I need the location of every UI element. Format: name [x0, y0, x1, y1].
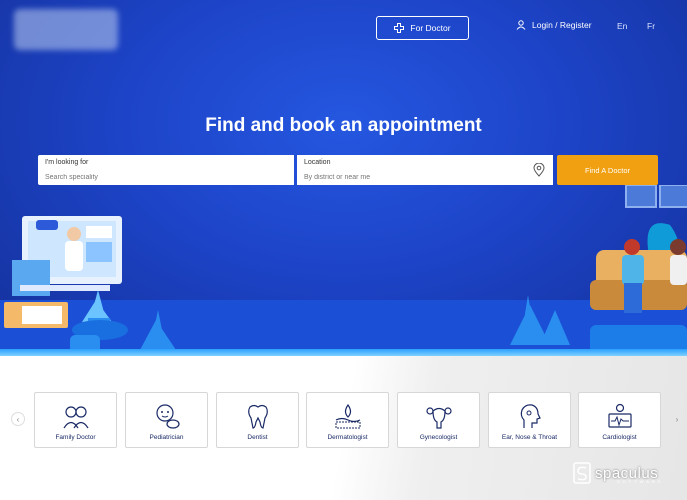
tooth-icon: [247, 404, 268, 429]
cardiology-icon: [607, 403, 632, 428]
chevron-left-icon: ‹: [16, 414, 20, 424]
category-gynecologist[interactable]: Gynecologist: [397, 392, 480, 448]
category-ent[interactable]: Ear, Nose & Throat: [488, 392, 571, 448]
login-label: Login / Register: [532, 20, 592, 30]
chevron-right-icon: ›: [675, 414, 679, 424]
speciality-label: I'm looking for: [45, 159, 89, 166]
uterus-icon: [425, 407, 452, 429]
category-cardiologist[interactable]: Cardiologist: [578, 392, 661, 448]
speciality-field[interactable]: I'm looking for: [38, 155, 294, 185]
for-doctor-button[interactable]: For Doctor: [376, 16, 469, 40]
user-icon: [516, 20, 526, 30]
family-icon: [62, 406, 89, 429]
page-title: Find and book an appointment: [205, 115, 482, 136]
location-input[interactable]: [304, 174, 524, 181]
location-pin-icon[interactable]: [533, 163, 545, 177]
patients-illustration: [510, 185, 687, 352]
login-register-link[interactable]: Login / Register: [516, 20, 592, 30]
category-label: Pediatrician: [149, 434, 184, 441]
hero-bottom-band: [0, 349, 687, 356]
carousel-next-button[interactable]: ›: [670, 412, 684, 426]
baby-icon: [155, 404, 180, 429]
spaculus-logo-icon: [573, 462, 591, 484]
watermark: spaculus SOFTWARE: [573, 462, 661, 484]
category-dentist[interactable]: Dentist: [216, 392, 299, 448]
location-field[interactable]: Location: [297, 155, 553, 185]
skin-icon: [335, 403, 360, 429]
find-doctor-button[interactable]: Find A Doctor: [557, 155, 658, 185]
category-family-doctor[interactable]: Family Doctor: [34, 392, 117, 448]
telemedicine-illustration: [4, 216, 176, 352]
category-label: Cardiologist: [602, 434, 637, 441]
category-label: Dermatologist: [327, 434, 368, 441]
ent-icon: [520, 404, 541, 428]
for-doctor-label: For Doctor: [410, 23, 451, 33]
language-fr[interactable]: Fr: [647, 21, 655, 31]
plus-icon: [394, 23, 405, 33]
language-en[interactable]: En: [617, 21, 627, 31]
category-dermatologist[interactable]: Dermatologist: [306, 392, 389, 448]
logo[interactable]: [14, 9, 118, 50]
category-label: Family Doctor: [55, 434, 96, 441]
category-label: Ear, Nose & Throat: [501, 434, 558, 441]
category-label: Gynecologist: [419, 434, 458, 441]
category-label: Dentist: [247, 434, 268, 441]
carousel-prev-button[interactable]: ‹: [11, 412, 25, 426]
category-pediatrician[interactable]: Pediatrician: [125, 392, 208, 448]
location-label: Location: [304, 159, 331, 166]
speciality-input[interactable]: [45, 174, 265, 181]
watermark-subtext: SOFTWARE: [617, 479, 664, 484]
